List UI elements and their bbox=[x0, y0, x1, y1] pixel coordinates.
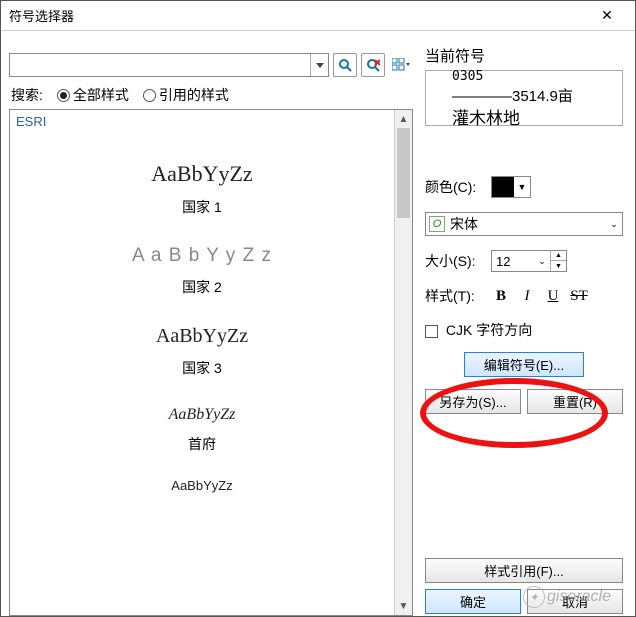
current-symbol-preview: 0305 ————3514.9亩 灌木林地 bbox=[425, 70, 623, 126]
list-inner[interactable]: ESRI AaBbYyZz 国家 1 A a B b Y y Z z 国家 2 … bbox=[10, 110, 394, 615]
sample-text: AaBbYyZz bbox=[10, 478, 394, 493]
cjk-checkbox[interactable]: CJK 字符方向 bbox=[425, 320, 532, 340]
cjk-row: CJK 字符方向 bbox=[421, 320, 627, 340]
scroll-up-icon[interactable]: ▲ bbox=[395, 110, 412, 128]
sample-text: AaBbYyZz bbox=[10, 325, 394, 348]
sample-label: 国家 2 bbox=[10, 277, 394, 297]
left-panel: 搜索: 全部样式 引用的样式 ESRI AaBbYyZz 国家 1 bbox=[9, 37, 413, 616]
search-row: 搜索: 全部样式 引用的样式 bbox=[9, 85, 413, 105]
font-combo[interactable]: O 宋体 ⌄ bbox=[425, 212, 623, 236]
save-as-button[interactable]: 另存为(S)... bbox=[425, 389, 521, 414]
clear-search-icon[interactable] bbox=[361, 53, 385, 77]
radio-all-styles[interactable]: 全部样式 bbox=[57, 85, 129, 105]
sample-label: 首府 bbox=[10, 434, 394, 454]
sample-text: AaBbYyZz bbox=[10, 406, 394, 424]
preview-line: 0305 bbox=[452, 68, 483, 86]
sample-text: AaBbYyZz bbox=[10, 161, 394, 187]
size-spinner[interactable]: ▲▼ bbox=[550, 251, 566, 271]
radio-dot-icon bbox=[57, 89, 70, 102]
strikethrough-button[interactable]: ST bbox=[569, 288, 589, 305]
list-category-header: ESRI bbox=[10, 110, 394, 133]
radio-dot-icon bbox=[143, 89, 156, 102]
color-label: 颜色(C): bbox=[425, 177, 485, 197]
style-row: 样式(T): B I U ST bbox=[421, 286, 627, 306]
size-combo[interactable]: 12 ⌄ ▲▼ bbox=[491, 250, 567, 272]
list-item[interactable]: AaBbYyZz 国家 1 bbox=[10, 161, 394, 217]
search-icon[interactable] bbox=[333, 53, 357, 77]
font-type-icon: O bbox=[429, 216, 445, 232]
toolbar bbox=[9, 51, 413, 79]
window-title: 符号选择器 bbox=[9, 6, 587, 25]
symbol-list: ESRI AaBbYyZz 国家 1 A a B b Y y Z z 国家 2 … bbox=[9, 109, 413, 616]
titlebar: 符号选择器 ✕ bbox=[1, 1, 635, 31]
italic-button[interactable]: I bbox=[517, 288, 537, 305]
scrollbar[interactable]: ▲ ▼ bbox=[394, 110, 412, 615]
list-item[interactable]: AaBbYyZz 国家 3 bbox=[10, 325, 394, 378]
radio-quoted-styles[interactable]: 引用的样式 bbox=[143, 85, 229, 105]
color-row: 颜色(C): ▼ bbox=[421, 176, 627, 198]
search-label: 搜索: bbox=[11, 85, 43, 105]
chevron-down-icon[interactable]: ▼ bbox=[514, 182, 530, 192]
scroll-thumb[interactable] bbox=[397, 128, 410, 218]
list-item[interactable]: AaBbYyZz bbox=[10, 478, 394, 493]
search-input[interactable] bbox=[10, 55, 310, 75]
wechat-icon: ✦ bbox=[523, 586, 545, 608]
font-row: O 宋体 ⌄ bbox=[421, 212, 627, 236]
list-item[interactable]: A a B b Y y Z z 国家 2 bbox=[10, 245, 394, 297]
search-combo[interactable] bbox=[9, 53, 329, 77]
close-button[interactable]: ✕ bbox=[587, 2, 627, 30]
sample-label: 国家 3 bbox=[10, 358, 394, 378]
size-label: 大小(S): bbox=[425, 251, 485, 271]
chevron-down-icon[interactable] bbox=[310, 54, 328, 76]
style-reference-button[interactable]: 样式引用(F)... bbox=[425, 558, 623, 583]
scroll-down-icon[interactable]: ▼ bbox=[395, 597, 412, 615]
bold-button[interactable]: B bbox=[491, 288, 511, 305]
font-name: 宋体 bbox=[448, 214, 606, 234]
preview-line: 灌木林地 bbox=[452, 107, 520, 131]
list-item[interactable]: AaBbYyZz 首府 bbox=[10, 406, 394, 454]
chevron-down-icon[interactable]: ⌄ bbox=[534, 256, 550, 267]
style-buttons: B I U ST bbox=[491, 288, 589, 305]
watermark: ✦ gisoracle bbox=[523, 586, 611, 608]
symbol-selector-window: 符号选择器 ✕ bbox=[0, 0, 636, 617]
sample-label: 国家 1 bbox=[10, 197, 394, 217]
sample-text: A a B b Y y Z z bbox=[10, 245, 394, 267]
chevron-down-icon[interactable]: ⌄ bbox=[606, 219, 622, 230]
edit-symbol-wrap: 编辑符号(E)... bbox=[421, 340, 627, 377]
checkbox-icon bbox=[425, 325, 438, 338]
current-symbol-label: 当前符号 bbox=[421, 45, 627, 66]
style-label: 样式(T): bbox=[425, 286, 485, 306]
save-reset-row: 另存为(S)... 重置(R) bbox=[421, 389, 627, 414]
dialog-body: 搜索: 全部样式 引用的样式 ESRI AaBbYyZz 国家 1 bbox=[1, 31, 635, 616]
reset-button[interactable]: 重置(R) bbox=[527, 389, 623, 414]
color-picker[interactable]: ▼ bbox=[491, 176, 531, 198]
preview-line: ————3514.9亩 bbox=[452, 86, 573, 107]
underline-button[interactable]: U bbox=[543, 288, 563, 305]
size-row: 大小(S): 12 ⌄ ▲▼ bbox=[421, 250, 627, 272]
color-swatch bbox=[492, 177, 514, 197]
size-value: 12 bbox=[492, 254, 534, 269]
edit-symbol-button[interactable]: 编辑符号(E)... bbox=[464, 352, 584, 377]
ok-button[interactable]: 确定 bbox=[425, 589, 521, 614]
view-mode-icon[interactable] bbox=[389, 53, 413, 77]
right-panel: 当前符号 0305 ————3514.9亩 灌木林地 颜色(C): ▼ O 宋体… bbox=[421, 37, 627, 616]
